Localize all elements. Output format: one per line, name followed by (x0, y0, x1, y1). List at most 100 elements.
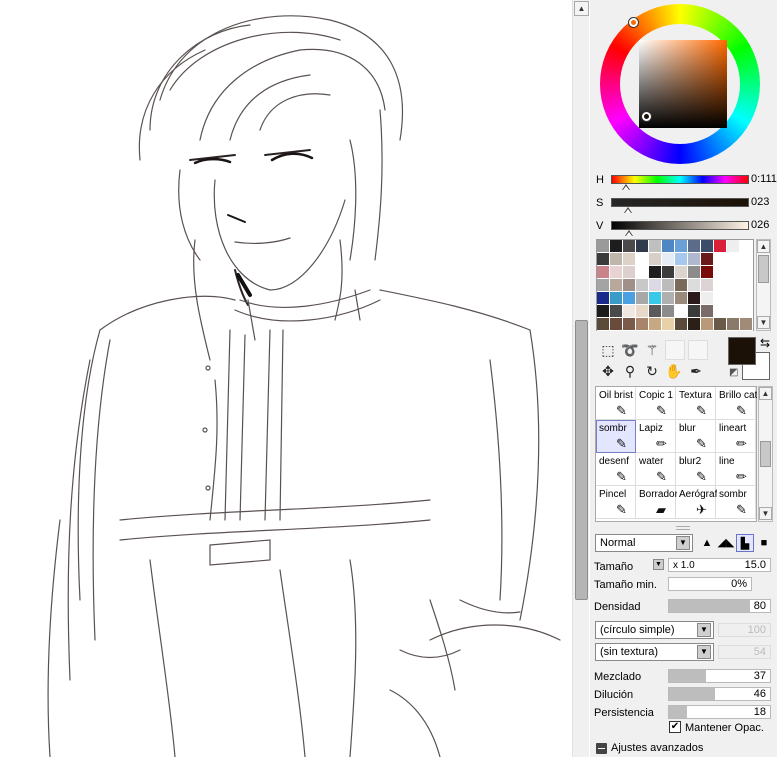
brush-slot[interactable]: Copic 1 ✎ (636, 387, 676, 420)
magic-wand-icon[interactable]: ⚚ (642, 340, 662, 360)
color-swatch[interactable] (688, 292, 701, 305)
saturation-track[interactable] (611, 198, 749, 207)
color-swatch[interactable] (636, 266, 649, 279)
color-swatch[interactable] (714, 240, 727, 253)
color-swatch[interactable] (727, 240, 740, 253)
swatch-scroll-up-button[interactable]: ▲ (757, 240, 770, 253)
eyedropper-icon[interactable]: ✒ (686, 361, 706, 381)
brush-slot[interactable]: line ✏ (716, 453, 756, 486)
sv-picker-icon[interactable] (642, 112, 651, 121)
color-swatch[interactable] (623, 266, 636, 279)
color-swatch[interactable] (636, 253, 649, 266)
brush-slot[interactable]: water ✎ (636, 453, 676, 486)
brush-shape-select[interactable]: (círculo simple) ▼ (595, 621, 714, 639)
color-swatch[interactable] (662, 253, 675, 266)
persistence-slider[interactable]: 18 (668, 705, 771, 719)
canvas-vertical-scrollbar[interactable]: ▲ (572, 0, 589, 757)
color-swatch[interactable] (727, 318, 740, 331)
color-swatch[interactable] (597, 266, 610, 279)
value-slider[interactable]: V 026 (596, 217, 777, 237)
color-swatch[interactable] (636, 292, 649, 305)
color-swatch[interactable] (649, 292, 662, 305)
color-swatch[interactable] (701, 266, 714, 279)
color-swatch[interactable] (610, 292, 623, 305)
blend-mode-select[interactable]: Normal ▼ (595, 534, 693, 552)
color-swatch[interactable] (701, 240, 714, 253)
color-swatch[interactable] (675, 266, 688, 279)
color-swatch[interactable] (649, 240, 662, 253)
hue-track[interactable] (611, 175, 749, 184)
color-swatch[interactable] (740, 279, 753, 292)
color-swatch[interactable] (714, 279, 727, 292)
move-icon[interactable]: ✥ (598, 361, 618, 381)
color-swatch[interactable] (675, 240, 688, 253)
reset-colors-icon[interactable]: ◩ (729, 367, 738, 378)
color-swatch[interactable] (597, 292, 610, 305)
color-swatch[interactable] (636, 240, 649, 253)
color-swatch[interactable] (636, 279, 649, 292)
color-swatch[interactable] (662, 292, 675, 305)
color-swatch[interactable] (597, 253, 610, 266)
advanced-settings-toggle-icon[interactable] (596, 743, 607, 754)
color-swatch[interactable] (701, 318, 714, 331)
swap-colors-icon[interactable]: ⇆ (760, 336, 770, 350)
swatch-scrollbar[interactable]: ▲ ▼ (756, 239, 771, 331)
hue-picker-icon[interactable] (629, 18, 638, 27)
panel-resize-handle[interactable] (676, 526, 690, 530)
color-swatch[interactable] (675, 305, 688, 318)
color-swatch[interactable] (610, 305, 623, 318)
density-slider[interactable]: 80 (668, 599, 771, 613)
color-swatch[interactable] (740, 253, 753, 266)
rotate-icon[interactable]: ↻ (642, 361, 662, 381)
zoom-icon[interactable]: ⚲ (620, 361, 640, 381)
saturation-slider[interactable]: S 023 (596, 194, 777, 214)
value-caret-icon[interactable] (625, 230, 633, 236)
empty-tool-slot[interactable] (688, 340, 708, 360)
edge-hardness-soft-button[interactable]: ▲ (698, 534, 716, 552)
swatch-scroll-thumb[interactable] (758, 255, 769, 283)
color-swatch[interactable] (740, 240, 753, 253)
color-swatch[interactable] (649, 279, 662, 292)
color-swatch[interactable] (727, 279, 740, 292)
color-swatch[interactable] (597, 305, 610, 318)
color-swatch[interactable] (701, 305, 714, 318)
brush-slot[interactable]: sombr ✎ (596, 420, 636, 453)
color-swatch[interactable] (662, 318, 675, 331)
color-swatch[interactable] (610, 266, 623, 279)
color-swatch[interactable] (714, 292, 727, 305)
value-track[interactable] (611, 221, 749, 230)
color-swatch[interactable] (597, 279, 610, 292)
color-swatch[interactable] (649, 305, 662, 318)
saturation-value-square[interactable] (639, 40, 727, 128)
color-swatch[interactable] (688, 279, 701, 292)
brush-slot[interactable]: Brillo cat ✎ (716, 387, 757, 420)
brush-slot[interactable]: Borrador ▰ (636, 486, 677, 519)
color-swatch[interactable] (649, 266, 662, 279)
color-swatch[interactable] (701, 292, 714, 305)
brush-scrollbar[interactable]: ▲ ▼ (758, 386, 773, 522)
texture-select[interactable]: (sin textura) ▼ (595, 643, 714, 661)
mixing-slider[interactable]: 37 (668, 669, 771, 683)
color-wheel[interactable] (600, 4, 760, 164)
brush-scroll-up-button[interactable]: ▲ (759, 387, 772, 400)
advanced-settings-label[interactable]: Ajustes avanzados (611, 742, 703, 754)
color-swatch[interactable] (714, 305, 727, 318)
drawing-canvas[interactable] (0, 0, 572, 757)
color-swatch[interactable] (727, 292, 740, 305)
color-swatch[interactable] (662, 305, 675, 318)
color-swatch[interactable] (740, 292, 753, 305)
color-swatch-grid[interactable] (596, 239, 754, 331)
brush-scroll-thumb[interactable] (760, 441, 771, 467)
color-swatch[interactable] (675, 292, 688, 305)
color-swatch[interactable] (623, 253, 636, 266)
brush-slot[interactable]: lineart ✏ (716, 420, 756, 453)
color-swatch[interactable] (662, 240, 675, 253)
color-swatch[interactable] (662, 279, 675, 292)
color-swatch[interactable] (623, 292, 636, 305)
color-swatch[interactable] (727, 266, 740, 279)
scroll-thumb[interactable] (575, 320, 588, 600)
lasso-icon[interactable]: ➰ (620, 340, 640, 360)
color-swatch[interactable] (610, 240, 623, 253)
color-swatch[interactable] (649, 318, 662, 331)
color-swatch[interactable] (688, 318, 701, 331)
